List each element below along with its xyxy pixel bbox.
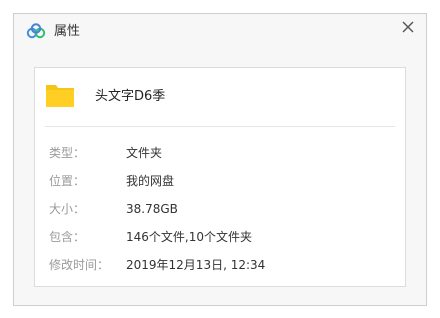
property-label: 大小： [49, 202, 86, 216]
property-label: 修改时间： [49, 258, 110, 272]
close-button[interactable] [398, 17, 418, 37]
property-value: 文件夹 [126, 146, 163, 160]
property-value: 146个文件,10个文件夹 [126, 230, 252, 244]
property-value: 我的网盘 [126, 174, 175, 188]
property-row-modified: 修改时间： 2019年12月13日, 12:34 [35, 256, 405, 274]
property-row-type: 类型： 文件夹 [35, 144, 405, 162]
cloud-logo-icon [26, 23, 46, 39]
dialog-titlebar: 属性 [14, 14, 426, 50]
property-row-contains: 包含： 146个文件,10个文件夹 [35, 228, 405, 246]
dialog-title: 属性 [54, 24, 81, 39]
divider [45, 126, 395, 127]
folder-icon [45, 81, 75, 109]
property-label: 包含： [49, 230, 86, 244]
close-icon[interactable] [398, 17, 418, 37]
property-value: 38.78GB [126, 202, 178, 216]
item-name: 头文字D6季 [95, 89, 166, 104]
properties-panel: 头文字D6季 类型： 文件夹 位置： 我的网盘 大小： 38.78GB 包含： … [34, 67, 406, 287]
property-label: 位置： [49, 174, 86, 188]
property-value: 2019年12月13日, 12:34 [126, 258, 266, 272]
property-row-location: 位置： 我的网盘 [35, 172, 405, 190]
property-row-size: 大小： 38.78GB [35, 200, 405, 218]
property-label: 类型： [49, 146, 86, 160]
properties-dialog: 属性 头文字D6季 类型： 文件夹 位置： 我的网盘 大小： 38.78GB 包… [13, 13, 427, 306]
